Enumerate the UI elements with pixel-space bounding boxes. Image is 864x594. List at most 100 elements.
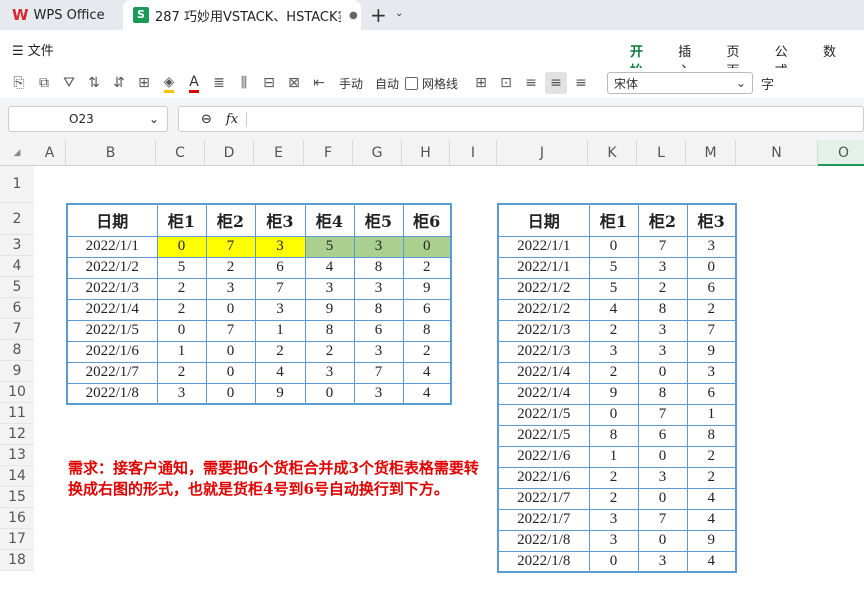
table-cell[interactable]: 2 bbox=[304, 340, 355, 363]
table-cell[interactable]: 2022/1/2 bbox=[497, 277, 590, 300]
table-cell[interactable]: 7 bbox=[686, 319, 737, 342]
row-header-7[interactable]: 7 bbox=[0, 319, 34, 340]
table-header-cell[interactable]: 柜6 bbox=[402, 203, 452, 237]
align-right-icon[interactable]: ≡ bbox=[570, 72, 592, 94]
table-cell[interactable]: 0 bbox=[637, 445, 688, 468]
table-header-cell[interactable]: 柜3 bbox=[254, 203, 306, 237]
table-cell[interactable]: 2022/1/3 bbox=[497, 340, 590, 363]
row-header-1[interactable]: 1 bbox=[0, 166, 34, 203]
font-select[interactable]: 宋体 ⌄ bbox=[607, 72, 754, 94]
row-header-14[interactable]: 14 bbox=[0, 466, 34, 487]
table-cell[interactable]: 2022/1/5 bbox=[66, 319, 158, 342]
table-cell[interactable]: 0 bbox=[205, 382, 256, 405]
table-cell[interactable]: 3 bbox=[637, 340, 688, 363]
gridlines-checkbox[interactable] bbox=[405, 76, 419, 90]
table-cell[interactable]: 3 bbox=[353, 340, 404, 363]
table-cell[interactable]: 2022/1/6 bbox=[497, 445, 590, 468]
column-header-a[interactable]: A bbox=[34, 140, 66, 166]
column-header-e[interactable]: E bbox=[254, 140, 304, 166]
tab-document[interactable]: S 287 巧妙用VSTACK、HSTACK实 ● bbox=[123, 0, 361, 30]
table-header-cell[interactable]: 柜2 bbox=[637, 203, 688, 237]
font-color-icon[interactable]: A bbox=[183, 72, 205, 94]
table-cell[interactable]: 8 bbox=[353, 298, 404, 321]
table-cell[interactable]: 2022/1/1 bbox=[497, 235, 590, 258]
table-cell[interactable]: 7 bbox=[637, 403, 688, 426]
table-cell[interactable]: 0 bbox=[402, 235, 452, 258]
table-cell[interactable]: 3 bbox=[588, 340, 639, 363]
table-cell[interactable]: 3 bbox=[205, 277, 256, 300]
row-header-5[interactable]: 5 bbox=[0, 277, 34, 298]
table-cell[interactable]: 0 bbox=[686, 256, 737, 279]
column-header-o[interactable]: O bbox=[818, 140, 864, 166]
column-header-d[interactable]: D bbox=[205, 140, 254, 166]
table-cell[interactable]: 9 bbox=[588, 382, 639, 405]
table-cell[interactable]: 3 bbox=[156, 382, 207, 405]
table-header-cell[interactable]: 日期 bbox=[66, 203, 158, 237]
table-cell[interactable]: 0 bbox=[156, 235, 207, 258]
select-all-corner[interactable]: ◢ bbox=[0, 140, 34, 166]
table-cell[interactable]: 9 bbox=[304, 298, 355, 321]
table-cell[interactable]: 4 bbox=[402, 361, 452, 384]
table-cell[interactable]: 1 bbox=[686, 403, 737, 426]
table-cell[interactable]: 2022/1/3 bbox=[497, 319, 590, 342]
table-cell[interactable]: 6 bbox=[402, 298, 452, 321]
table-cell[interactable]: 2 bbox=[686, 466, 737, 489]
table-cell[interactable]: 9 bbox=[686, 340, 737, 363]
table-cell[interactable]: 1 bbox=[588, 445, 639, 468]
chevron-down-icon[interactable]: ⌄ bbox=[395, 8, 403, 19]
manual-button[interactable]: 手动 bbox=[339, 72, 363, 94]
table-cell[interactable]: 5 bbox=[304, 235, 355, 258]
table-cell[interactable]: 4 bbox=[304, 256, 355, 279]
table-cell[interactable]: 3 bbox=[254, 235, 306, 258]
table-cell[interactable]: 9 bbox=[402, 277, 452, 300]
table-cell[interactable]: 9 bbox=[686, 529, 737, 552]
table-cell[interactable]: 5 bbox=[588, 277, 639, 300]
table-cell[interactable]: 7 bbox=[205, 319, 256, 342]
table-cell[interactable]: 2022/1/6 bbox=[66, 340, 158, 363]
table-cell[interactable]: 3 bbox=[686, 361, 737, 384]
table-header-cell[interactable]: 柜5 bbox=[353, 203, 404, 237]
column-header-l[interactable]: L bbox=[637, 140, 686, 166]
table-cell[interactable]: 6 bbox=[686, 277, 737, 300]
row-header-9[interactable]: 9 bbox=[0, 361, 34, 382]
column-header-j[interactable]: J bbox=[497, 140, 588, 166]
table-style-icon[interactable]: ⊞ bbox=[470, 72, 492, 94]
table-cell[interactable]: 9 bbox=[254, 382, 306, 405]
table-cell[interactable]: 0 bbox=[588, 403, 639, 426]
column-header-i[interactable]: I bbox=[450, 140, 497, 166]
table-cell[interactable]: 5 bbox=[588, 256, 639, 279]
table-cell[interactable]: 0 bbox=[156, 319, 207, 342]
columns-icon[interactable]: ⊠ bbox=[283, 72, 305, 94]
table-cell[interactable]: 6 bbox=[254, 256, 306, 279]
table-header-cell[interactable]: 柜4 bbox=[304, 203, 355, 237]
table-cell[interactable]: 3 bbox=[588, 508, 639, 531]
table-cell[interactable]: 8 bbox=[402, 319, 452, 342]
table-cell[interactable]: 7 bbox=[205, 235, 256, 258]
table-cell[interactable]: 3 bbox=[304, 361, 355, 384]
row-header-18[interactable]: 18 bbox=[0, 550, 34, 571]
table-cell[interactable]: 3 bbox=[637, 319, 688, 342]
table-cell[interactable]: 0 bbox=[637, 487, 688, 510]
column-header-n[interactable]: N bbox=[736, 140, 818, 166]
table-cell[interactable]: 3 bbox=[637, 466, 688, 489]
wrap-text-icon[interactable]: ≣ bbox=[208, 72, 230, 94]
table-cell[interactable]: 0 bbox=[588, 235, 639, 258]
table-cell[interactable]: 4 bbox=[254, 361, 306, 384]
table-cell[interactable]: 4 bbox=[686, 487, 737, 510]
table-cell[interactable]: 7 bbox=[353, 361, 404, 384]
table-header-cell[interactable]: 日期 bbox=[497, 203, 590, 237]
row-header-16[interactable]: 16 bbox=[0, 508, 34, 529]
table-header-cell[interactable]: 柜1 bbox=[156, 203, 207, 237]
table-cell[interactable]: 2 bbox=[156, 277, 207, 300]
table-cell[interactable]: 8 bbox=[304, 319, 355, 342]
table-cell[interactable]: 8 bbox=[637, 298, 688, 321]
table-cell[interactable]: 1 bbox=[254, 319, 306, 342]
table-cell[interactable]: 6 bbox=[686, 382, 737, 405]
table-cell[interactable]: 4 bbox=[402, 382, 452, 405]
row-header-6[interactable]: 6 bbox=[0, 298, 34, 319]
table-cell[interactable]: 2 bbox=[156, 361, 207, 384]
row-col-icon[interactable]: ⊟ bbox=[258, 72, 280, 94]
table-cell[interactable]: 2022/1/3 bbox=[66, 277, 158, 300]
align-left-icon[interactable]: ≡ bbox=[520, 72, 542, 94]
table-cell[interactable]: 2 bbox=[402, 256, 452, 279]
